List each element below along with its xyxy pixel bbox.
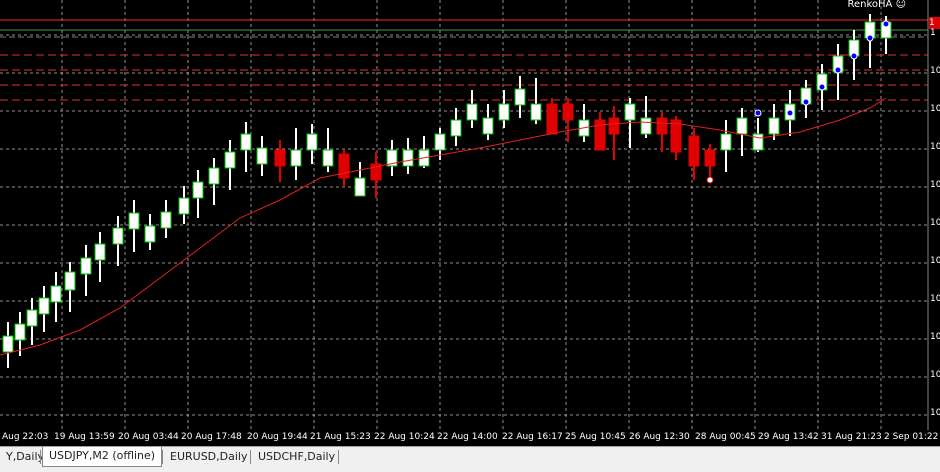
price-tick-label: 10 [930,256,940,266]
candle-body [482,117,494,135]
candle-body [608,117,620,135]
price-tick-label: 1 [930,28,936,38]
candle-body [354,177,366,197]
price-tick-label: 10 [930,408,940,418]
candle-body [670,119,682,153]
candle-body [768,117,780,135]
candle-body [306,133,318,151]
candle-body [530,103,542,121]
indicator-name: RenkoHA [847,0,893,10]
candle-body [466,103,478,121]
candle-body [450,119,462,137]
candle-body [322,149,334,167]
tab-separator [40,450,41,464]
time-axis: Aug 22:03 19 Aug 13:59 20 Aug 03:44 20 Aug … [0,430,940,446]
tab-separator [250,450,251,464]
price-tick-label: 10 [930,370,940,380]
candle-body [274,149,286,167]
time-tick-label: 22 Aug 10:24 [374,432,435,442]
price-tick-label: 10 [930,104,940,114]
time-tick-label: 29 Aug 13:42 [758,432,819,442]
chart-tab[interactable]: USDCHF,Daily [252,448,341,466]
candle-body [720,133,732,151]
price-tick-label: 10 [930,332,940,342]
candle-body [562,103,574,121]
time-tick-label: 22 Aug 16:17 [502,432,563,442]
candle-body [224,151,236,169]
candle-body [434,133,446,151]
candle-body [112,227,124,245]
candle-body [256,147,268,165]
candle-body [290,149,302,167]
time-tick-label: 26 Aug 12:30 [629,432,690,442]
candle-body [736,117,748,135]
candle-body [640,117,652,135]
price-tick-label: 10 [930,142,940,152]
time-tick-label: Aug 22:03 [2,432,49,442]
time-tick-label: 19 Aug 13:59 [54,432,115,442]
candle-body [402,149,414,167]
candle-body [50,285,62,303]
chart-area[interactable]: RenkoHA ☺ 1 1 10 10 10 10 10 10 10 10 10 10 [0,0,940,430]
time-tick-label: 28 Aug 00:45 [695,432,756,442]
signal-dot [802,98,810,106]
signal-dot [882,20,890,28]
candle-body [80,257,92,275]
signal-dot [818,83,826,91]
signal-dot [754,109,762,117]
candle-body [2,335,14,353]
signal-dot [850,52,858,60]
candle-body [94,243,106,261]
price-chart[interactable] [0,0,940,430]
chart-tab[interactable]: EURUSD,Daily [164,448,253,466]
candle-body [144,225,156,243]
candle-body [38,297,50,315]
time-tick-label: 22 Aug 14:00 [437,432,498,442]
candle-body [240,133,252,151]
smiley-icon: ☺ [895,0,906,10]
candle-body [514,88,526,106]
candle-body [128,212,140,230]
candle-body [656,117,668,135]
price-tick-label: 10 [930,66,940,76]
price-tick-label: 10 [930,294,940,304]
time-tick-label: 25 Aug 10:45 [565,432,626,442]
signal-dot [786,109,794,117]
signal-dot [834,66,842,74]
candle-body [64,271,76,291]
candle-body [192,181,204,199]
candle-body [624,103,636,121]
indicator-label: RenkoHA ☺ [847,0,906,10]
time-tick-label: 21 Aug 15:23 [310,432,371,442]
chart-tab[interactable]: USDJPY,M2 (offline) [42,447,163,467]
candle-body [14,323,26,341]
time-tick-label: 31 Aug 21:23 [821,432,882,442]
chart-tab-bar: Y,Daily USDJPY,M2 (offline) EURUSD,Daily US… [0,446,940,472]
candle-body [498,103,510,121]
candle-body [178,197,190,215]
candle-body [704,149,716,167]
candle-body [160,211,172,229]
signal-dot [706,176,714,184]
price-tick-label: 10 [930,218,940,228]
time-tick-label: 2 Sep 01:22 [884,432,939,442]
time-tick-label: 20 Aug 19:44 [247,432,308,442]
candle-body [26,309,38,327]
signal-dot [866,34,874,42]
tab-separator [338,450,339,464]
time-tick-label: 20 Aug 17:48 [181,432,242,442]
candle-body [546,103,558,135]
tab-separator [162,450,163,464]
price-tick-label: 10 [930,180,940,190]
time-tick-label: 20 Aug 03:44 [118,432,179,442]
candle-body [208,167,220,185]
candle-body [688,135,700,167]
